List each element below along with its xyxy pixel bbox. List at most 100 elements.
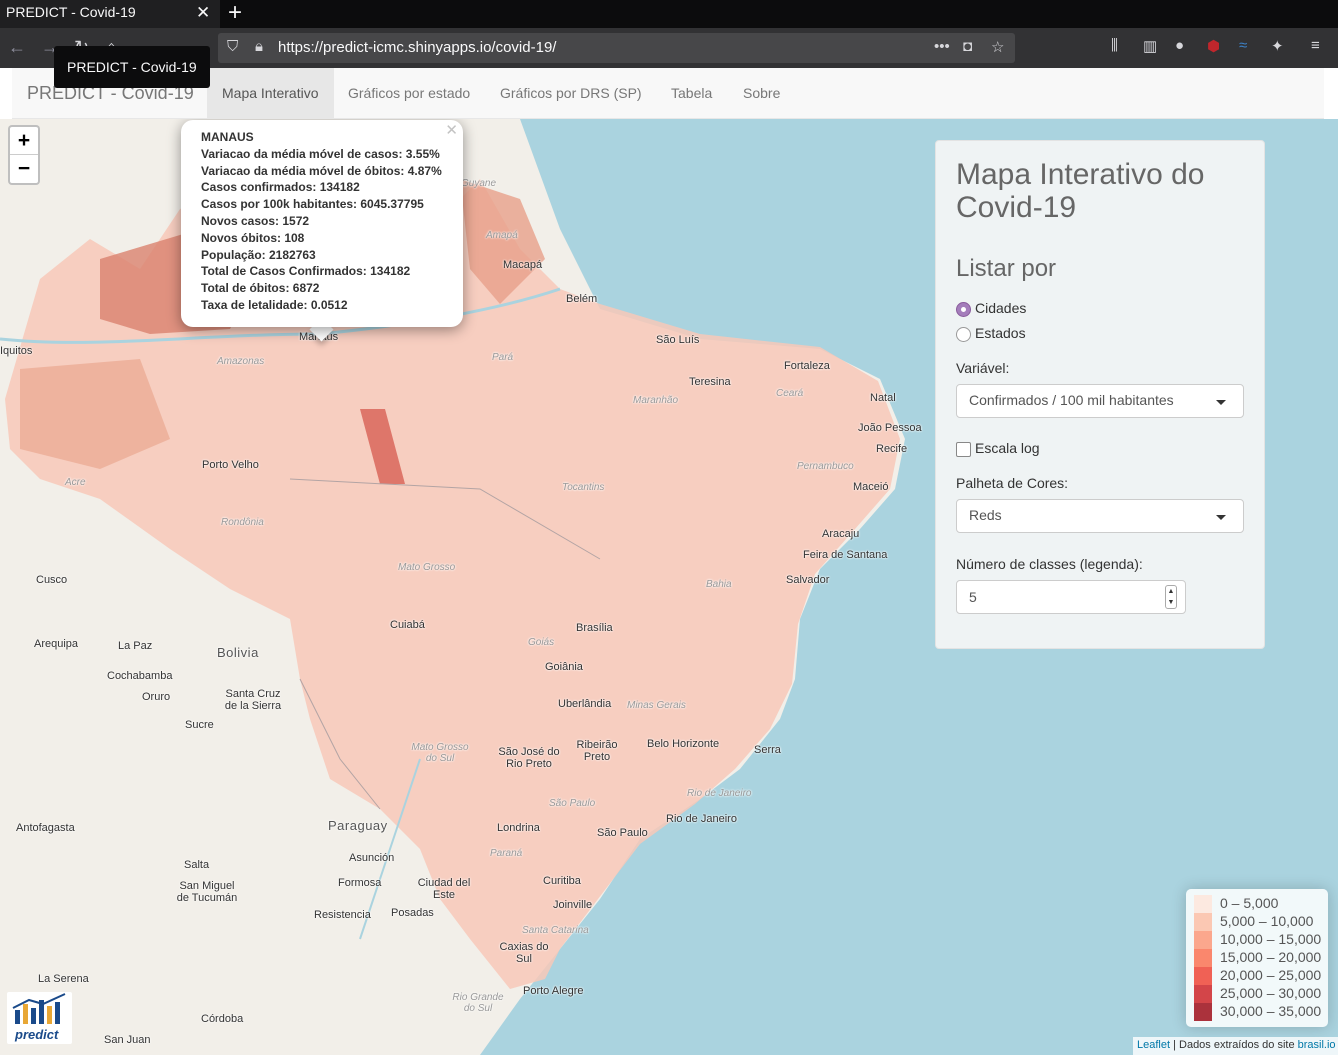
radio-selected-icon[interactable]	[956, 302, 971, 317]
city-label: Serra	[754, 744, 781, 756]
city-label: Curitiba	[543, 875, 581, 887]
new-tab-icon[interactable]: +	[228, 0, 242, 26]
state-label: Rio Grande do Sul	[452, 992, 504, 1014]
classes-input[interactable]: 5 ▲ ▼	[956, 580, 1186, 614]
city-label: João Pessoa	[858, 422, 922, 434]
country-label: Bolivia	[217, 645, 259, 660]
chevron-down-icon	[1216, 515, 1226, 520]
popup-line: Taxa de letalidade: 0.0512	[201, 297, 348, 312]
legend-swatch	[1194, 895, 1212, 913]
map-legend: 0 – 5,000 5,000 – 10,000 10,000 – 15,000…	[1186, 889, 1328, 1027]
ublock-icon[interactable]: ⬢	[1207, 37, 1220, 55]
city-label: Iquitos	[0, 345, 33, 357]
sidebar-icon[interactable]: ▥	[1143, 37, 1157, 55]
city-label: San Juan	[104, 1034, 151, 1046]
url-bar[interactable]: ⛉ 🔒︎ https://predict-icmc.shinyapps.io/c…	[218, 33, 1015, 63]
city-label: Salvador	[786, 574, 830, 586]
radio-cidades[interactable]: Cidades	[956, 300, 1026, 317]
classes-value: 5	[969, 589, 977, 605]
paleta-select[interactable]: Reds	[956, 499, 1244, 533]
back-icon[interactable]: ←	[8, 36, 26, 58]
extension-icon[interactable]: ≈	[1239, 37, 1247, 54]
tab-graficos-drs[interactable]: Gráficos por DRS (SP)	[485, 68, 657, 118]
bookmark-star-icon[interactable]: ☆	[991, 38, 1004, 56]
city-label: São José do Rio Preto	[498, 746, 560, 770]
spinner-icon[interactable]: ▲ ▼	[1165, 585, 1177, 609]
radio-label: Estados	[975, 325, 1026, 341]
zoom-in-button[interactable]: +	[10, 127, 38, 155]
city-label: Recife	[876, 443, 908, 455]
leaflet-link[interactable]: Leaflet	[1137, 1039, 1170, 1051]
library-icon[interactable]: ⫼	[1111, 37, 1118, 54]
city-label: La Serena	[38, 973, 89, 985]
tab-tooltip: PREDICT - Covid-19	[54, 46, 210, 88]
url-text[interactable]: https://predict-icmc.shinyapps.io/covid-…	[278, 39, 556, 56]
city-label: La Paz	[118, 640, 153, 652]
checkbox-icon[interactable]	[956, 442, 971, 457]
tab-sobre[interactable]: Sobre	[728, 68, 795, 118]
page-actions-icon[interactable]: •••	[934, 38, 950, 55]
variavel-select[interactable]: Confirmados / 100 mil habitantes	[956, 384, 1244, 418]
city-label: Resistencia	[314, 909, 371, 921]
legend-label: 20,000 – 25,000	[1220, 967, 1322, 983]
escala-log-checkbox[interactable]: Escala log	[956, 440, 1040, 457]
state-label: Amazonas	[217, 356, 265, 367]
checkbox-label: Escala log	[975, 440, 1040, 456]
state-label: Tocantins	[562, 482, 605, 493]
zoom-out-button[interactable]: −	[10, 155, 38, 183]
browser-tabbar: PREDICT - Covid-19 ✕ +	[0, 0, 1338, 28]
popup-line: Variacao da média móvel de óbitos: 4.87%	[201, 163, 442, 178]
account-icon[interactable]: ●	[1175, 37, 1184, 54]
pocket-icon[interactable]: ◘	[963, 38, 972, 55]
legend-swatch	[1194, 913, 1212, 931]
state-label: Guyane	[461, 178, 497, 189]
legend-swatch	[1194, 985, 1212, 1003]
popup-close-icon[interactable]: ✕	[445, 121, 458, 139]
city-label: Londrina	[497, 822, 540, 834]
tab-mapa-interativo[interactable]: Mapa Interativo	[207, 68, 334, 118]
city-label: Salta	[184, 859, 210, 871]
leaflet-map[interactable]: + − Manaus Belém Macapá São Luís Teresin…	[0, 119, 1338, 1055]
state-label: Pernambuco	[797, 461, 854, 472]
city-label: São Luís	[656, 334, 700, 346]
city-label: Uberlândia	[558, 698, 612, 710]
radio-estados[interactable]: Estados	[956, 325, 1026, 342]
tab-graficos-estado[interactable]: Gráficos por estado	[333, 68, 485, 118]
city-label: Santa Cruz de la Sierra	[224, 688, 282, 712]
shield-icon[interactable]: ⛉	[227, 38, 238, 55]
city-label: Maceió	[853, 481, 889, 493]
city-label: Formosa	[338, 877, 382, 889]
state-label: Ceará	[776, 388, 804, 399]
radio-unselected-icon[interactable]	[956, 327, 971, 342]
legend-row: 10,000 – 15,000	[1194, 931, 1321, 949]
country-label: Paraguay	[328, 818, 388, 833]
popup-line: Novos casos: 1572	[201, 213, 310, 228]
city-label: Porto Alegre	[523, 985, 584, 997]
listar-title: Listar por	[956, 255, 1057, 282]
browser-tab[interactable]: PREDICT - Covid-19 ✕	[0, 0, 220, 28]
tab-tabela[interactable]: Tabela	[656, 68, 727, 118]
legend-label: 25,000 – 30,000	[1220, 985, 1322, 1001]
menu-icon[interactable]: ≡	[1311, 37, 1320, 54]
city-label: São Paulo	[597, 827, 648, 839]
paleta-label: Palheta de Cores:	[956, 475, 1069, 491]
state-label: Paraná	[490, 848, 523, 859]
state-label: Mato Grosso do Sul	[411, 742, 469, 764]
tab-title: PREDICT - Covid-19	[6, 4, 136, 20]
attribution-text: | Dados extraídos do site	[1170, 1039, 1298, 1051]
state-label: Acre	[65, 477, 86, 488]
city-label: Aracaju	[822, 528, 860, 540]
variavel-label: Variável:	[956, 360, 1010, 376]
zoom-control: + −	[8, 125, 40, 185]
state-label: Pará	[492, 352, 514, 363]
control-panel: Mapa Interativo do Covid-19 Listar por C…	[935, 140, 1265, 649]
source-link[interactable]: brasil.io	[1298, 1039, 1336, 1051]
extension2-icon[interactable]: ✦	[1271, 37, 1284, 55]
city-label: Brasília	[576, 622, 613, 634]
city-label: Caxias do Sul	[499, 941, 549, 965]
state-label: São Paulo	[549, 798, 596, 809]
city-label: Oruro	[142, 691, 171, 703]
popup-city: MANAUS	[201, 130, 254, 144]
close-tab-icon[interactable]: ✕	[196, 2, 210, 24]
city-label: Antofagasta	[16, 822, 75, 834]
